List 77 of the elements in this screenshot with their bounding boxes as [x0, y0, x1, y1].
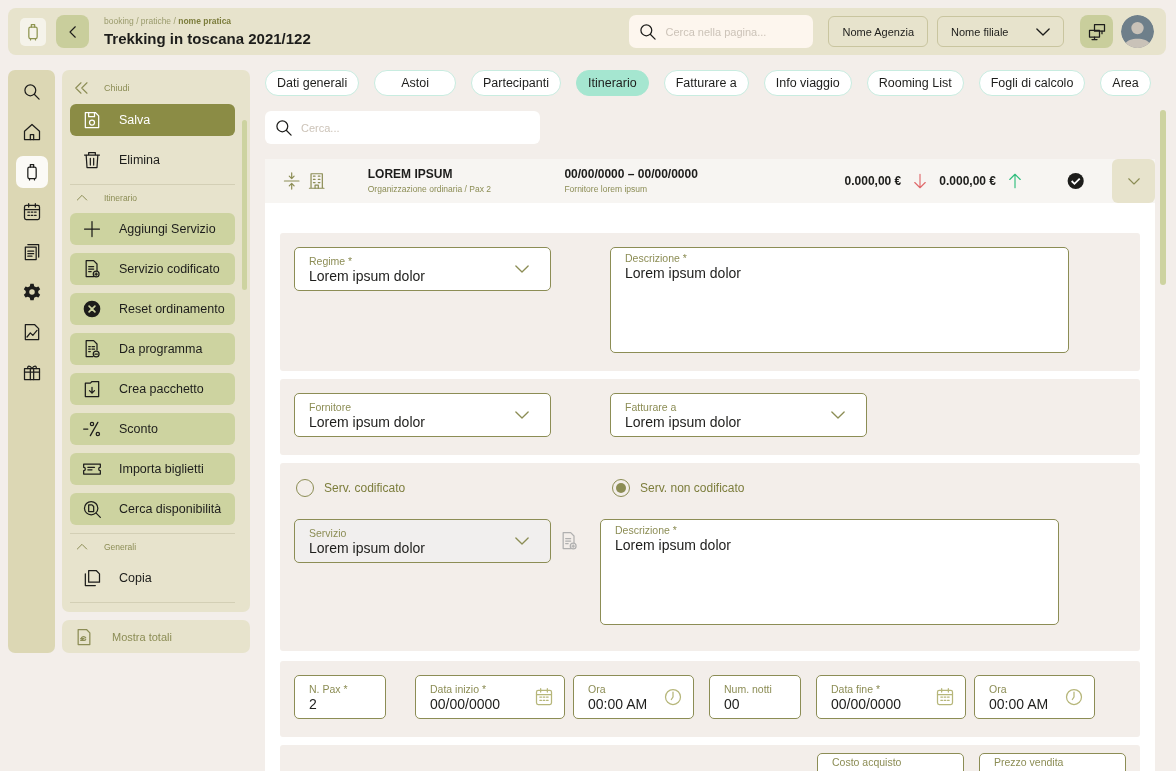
tab[interactable]: Dati generali — [265, 70, 360, 96]
tab[interactable]: Area — [1100, 70, 1151, 96]
tab[interactable]: Astoi — [374, 70, 456, 96]
sidebar-button[interactable]: Sconto — [70, 413, 235, 445]
save-icon — [82, 110, 102, 130]
sidebar-button[interactable]: Copia — [70, 562, 235, 594]
folder-icon — [82, 379, 102, 399]
tab[interactable]: Itinerario — [576, 70, 649, 96]
chevron-down-icon — [515, 265, 529, 273]
copy-icon — [82, 568, 102, 588]
text-area[interactable]: Descrizione * Lorem ipsum dolor — [610, 247, 1069, 353]
page-title: Trekking in toscana 2021/122 — [104, 30, 312, 47]
sidebar-button[interactable]: Importa biglietti — [70, 453, 235, 485]
clock-icon — [1064, 687, 1084, 707]
cost-amount: 0.000,00 € — [844, 174, 902, 188]
chevron-down-icon — [515, 537, 529, 545]
sidebar-button[interactable]: Aggiungi Servizio — [70, 213, 235, 245]
price-field[interactable]: Costo acquisto — [817, 753, 964, 771]
service-title: LOREM IPSUM — [367, 167, 454, 183]
logo-icon — [20, 17, 46, 46]
price-amount: 0.000,00 € — [939, 174, 996, 188]
time-field[interactable]: Ora 00:00 AM — [974, 675, 1095, 719]
select-field[interactable]: Regime * Lorem ipsum dolor — [294, 247, 551, 291]
tab[interactable]: Info viaggio — [763, 70, 852, 96]
text-field[interactable]: N. Pax * 2 — [294, 675, 386, 719]
date-field[interactable]: Data inizio * 00/00/0000 — [415, 675, 565, 719]
sidebar-button[interactable]: Servizio codificato — [70, 253, 235, 285]
calendar-icon — [935, 687, 955, 707]
sidebar-button[interactable]: Elimina — [70, 144, 235, 176]
sidebar-button[interactable]: Cerca disponibilità — [70, 493, 235, 525]
tab[interactable]: Fogli di calcolo — [978, 70, 1086, 96]
breadcrumb: booking / pratiche / nome pratica — [104, 16, 233, 26]
sidebar-button[interactable]: Reset ordinamento — [70, 293, 235, 325]
agency-button[interactable]: Nome Agenzia — [828, 16, 928, 47]
price-field[interactable]: Prezzo vendita — [979, 753, 1126, 771]
sidebar-button[interactable]: Salva — [70, 104, 235, 136]
sort-icon — [282, 171, 302, 191]
select-field[interactable]: Fatturare a Lorem ipsum dolor — [610, 393, 867, 437]
search-field[interactable]: Cerca... — [265, 111, 540, 144]
settings-icon — [21, 282, 42, 302]
tab[interactable]: Partecipanti — [471, 70, 561, 96]
radio-option[interactable]: Serv. non codificato — [612, 479, 928, 497]
radio-option[interactable]: Serv. codificato — [296, 479, 612, 497]
monitors-button[interactable] — [1080, 15, 1113, 48]
home-icon — [21, 122, 42, 142]
service-dates: 00/00/0000 – 00/00/0000 — [564, 167, 699, 183]
building-icon — [307, 171, 327, 191]
trash-icon — [82, 150, 102, 170]
search-icon — [82, 499, 102, 519]
percent-icon — [82, 419, 102, 439]
close-icon — [82, 299, 102, 319]
tab[interactable]: Rooming List — [866, 70, 964, 96]
arrow-up-icon — [1006, 172, 1024, 190]
tab[interactable]: Fatturare a — [663, 70, 749, 96]
avatar — [1121, 15, 1154, 48]
plus-icon — [82, 219, 102, 239]
text-field[interactable]: Num. notti 00 — [709, 675, 801, 719]
branch-dropdown[interactable]: Nome filiale — [937, 16, 1064, 47]
calendar-icon — [21, 202, 42, 222]
time-field[interactable]: Ora 00:00 AM — [573, 675, 694, 719]
back-button[interactable] — [56, 15, 89, 48]
chevron-down-icon — [831, 411, 845, 419]
calendar-icon — [534, 687, 554, 707]
chevron-down-icon — [1036, 27, 1050, 36]
sidebar-button[interactable]: Crea pacchetto — [70, 373, 235, 405]
date-field[interactable]: Data fine * 00/00/0000 — [816, 675, 966, 719]
clock-icon — [663, 687, 683, 707]
supplier-text: Fornitore lorem ipsum — [564, 184, 649, 195]
double-chevron-icon — [72, 79, 90, 97]
sidebar-button[interactable]: Da programma — [70, 333, 235, 365]
search-icon — [21, 82, 42, 102]
service-subtitle: Organizzazione ordinaria / Pax 2 — [367, 184, 493, 195]
text-area[interactable]: Descrizione * Lorem ipsum dolor — [600, 519, 1059, 625]
chevron-down-icon — [515, 411, 529, 419]
nav-button[interactable] — [15, 156, 48, 188]
select-field[interactable]: Fornitore Lorem ipsum dolor — [294, 393, 551, 437]
monitors-icon — [1086, 21, 1107, 42]
